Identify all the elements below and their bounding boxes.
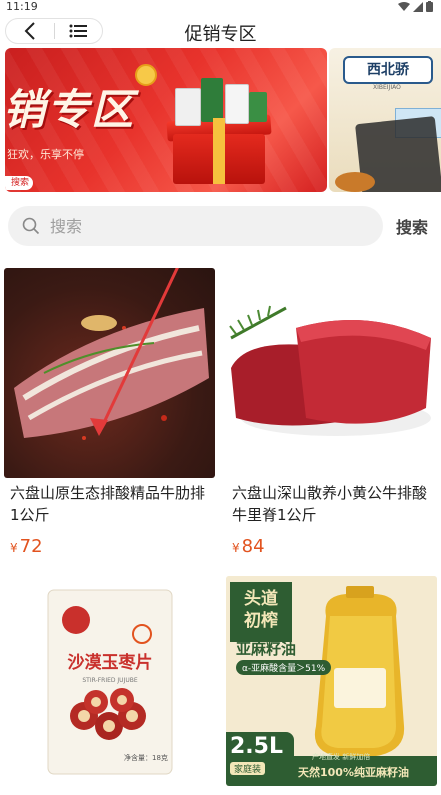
product-price: ¥72 xyxy=(10,536,43,557)
status-icons xyxy=(398,1,433,12)
coin-icon xyxy=(135,64,157,86)
product-price: ¥84 xyxy=(232,536,265,557)
promo-banner-next[interactable]: 西北骄 XIBEIJIAO xyxy=(329,48,441,192)
promo-banner[interactable]: 销专区 狂欢，乐享不停 搜索 xyxy=(5,48,327,192)
status-time: 11:19 xyxy=(6,0,38,13)
oil-size: 2.5L xyxy=(230,734,283,759)
oil-title-line1: 头道 xyxy=(244,589,278,609)
oil-bottom-text: 天然100%纯亚麻籽油 xyxy=(298,766,409,779)
currency-symbol: ¥ xyxy=(232,541,240,555)
product-name[interactable]: 六盘山原生态排酸精品牛肋排1公斤 xyxy=(10,482,210,526)
jujube-package: 沙漠玉枣片 STIR-FRIED JUJUBE 净含量：18克 xyxy=(47,589,173,775)
product-name[interactable]: 六盘山深山散养小黄公牛排酸牛里脊1公斤 xyxy=(232,482,432,526)
gift-ribbon xyxy=(213,118,225,184)
nav-bar: 促销专区 xyxy=(0,14,441,48)
oil-title-line2: 初榨 xyxy=(244,611,278,631)
ribs-illustration xyxy=(14,268,209,440)
beef-illustration xyxy=(229,305,431,436)
oil-pill: α-亚麻酸含量＞51% xyxy=(236,660,332,675)
banner-headline: 销专区 xyxy=(5,85,136,134)
product-image-oil[interactable]: 头道 初榨 亚麻籽油 α-亚麻酸含量＞51% 2.5L 家庭装 产地直发 新鲜加… xyxy=(226,576,437,786)
jujube-brand: 沙漠玉枣片 xyxy=(68,652,153,673)
status-bar: 11:19 xyxy=(0,0,441,14)
product-package xyxy=(225,84,249,124)
price-value: 84 xyxy=(241,536,265,557)
product-package xyxy=(201,78,223,122)
oil-bottom-sub: 产地直发 新鲜加倍 xyxy=(312,753,371,761)
banner-subline: 狂欢，乐享不停 xyxy=(7,148,84,161)
product-package xyxy=(249,92,267,122)
jujube-sub: STIR-FRIED JUJUBE xyxy=(82,677,137,684)
banner-tag: 搜索 xyxy=(5,176,34,190)
jujube-weight: 净含量：18克 xyxy=(124,753,168,762)
banner2-brand-sub: XIBEIJIAO xyxy=(373,84,401,91)
product-image-ribs[interactable] xyxy=(4,268,215,478)
search-input[interactable] xyxy=(50,206,370,246)
banner2-brand: 西北骄 xyxy=(343,56,433,84)
oil-size-tag: 家庭装 xyxy=(230,762,266,775)
product-image-beef[interactable] xyxy=(226,268,437,478)
page-title: 促销专区 xyxy=(184,24,257,45)
banner2-spice xyxy=(335,172,375,192)
product-image-jujube[interactable]: 沙漠玉枣片 STIR-FRIED JUJUBE 净含量：18克 xyxy=(4,576,215,786)
search-button[interactable]: 搜索 xyxy=(396,214,428,238)
battery-icon xyxy=(426,1,433,12)
oil-name: 亚麻籽油 xyxy=(236,640,297,658)
signal-icon xyxy=(413,1,423,12)
oil-title-panel: 头道 初榨 xyxy=(230,582,292,642)
wifi-icon xyxy=(398,1,410,11)
search-box xyxy=(8,206,383,246)
search-icon xyxy=(22,217,40,235)
currency-symbol: ¥ xyxy=(10,541,18,555)
price-value: 72 xyxy=(19,536,43,557)
product-package xyxy=(175,88,201,126)
